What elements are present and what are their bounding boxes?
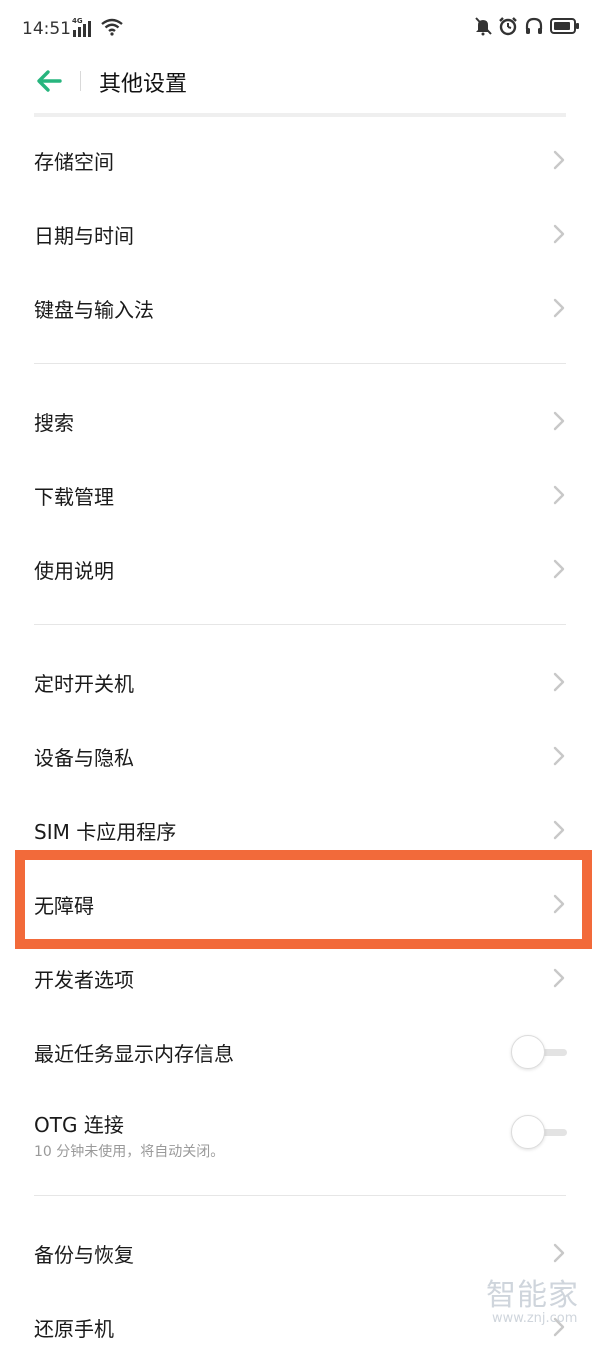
settings-item-label: 开发者选项 (34, 968, 134, 992)
watermark: 智能家 www.znj.com (486, 1270, 592, 1326)
settings-item-label: 最近任务显示内存信息 (34, 1042, 234, 1066)
alarm-icon (498, 16, 518, 40)
watermark-title: 智能家 (486, 1278, 579, 1313)
settings-item-label: SIM 卡应用程序 (34, 820, 177, 844)
settings-item-label: 下载管理 (34, 485, 114, 509)
settings-item-sim-apps[interactable]: SIM 卡应用程序 (0, 793, 600, 867)
settings-item-developer-options[interactable]: 开发者选项 (0, 941, 600, 1015)
settings-item-search[interactable]: 搜索 (0, 384, 600, 458)
group-divider (34, 624, 566, 625)
settings-item-label: 存储空间 (34, 150, 114, 174)
header-divider (80, 71, 81, 91)
settings-item-keyboard[interactable]: 键盘与输入法 (0, 271, 600, 345)
chevron-right-icon (551, 893, 567, 915)
page-title: 其他设置 (99, 72, 188, 97)
settings-item-label: 定时开关机 (34, 672, 134, 696)
settings-item-date-time[interactable]: 日期与时间 (0, 197, 600, 271)
back-arrow-icon[interactable] (34, 66, 64, 96)
group-divider (34, 1195, 566, 1196)
settings-item-label: 键盘与输入法 (34, 298, 154, 322)
chevron-right-icon (551, 1242, 567, 1264)
settings-item-user-guide[interactable]: 使用说明 (0, 532, 600, 606)
chevron-right-icon (551, 819, 567, 841)
chevron-right-icon (551, 484, 567, 506)
settings-item-label: 使用说明 (34, 559, 114, 583)
settings-item-accessibility[interactable]: 无障碍 (0, 867, 600, 941)
settings-item-label: 无障碍 (34, 894, 94, 918)
toggle-knob (511, 1115, 545, 1149)
settings-item-label: 备份与恢复 (34, 1243, 134, 1267)
wifi-icon (100, 18, 124, 40)
chevron-right-icon (551, 223, 567, 245)
watermark-url: www.znj.com (492, 1311, 578, 1326)
settings-item-label: 还原手机 (34, 1317, 114, 1341)
group-divider (34, 363, 566, 364)
recent-tasks-memory-toggle[interactable] (511, 1035, 567, 1069)
signal-icon: 4G (72, 17, 94, 38)
settings-item-otg: OTG 连接 10 分钟未使用，将自动关闭。 (0, 1089, 600, 1185)
chevron-right-icon (551, 558, 567, 580)
chevron-right-icon (551, 745, 567, 767)
settings-item-scheduled-power[interactable]: 定时开关机 (0, 645, 600, 719)
headset-icon (524, 16, 544, 40)
settings-item-label: 设备与隐私 (34, 746, 134, 770)
settings-item-recent-tasks-memory: 最近任务显示内存信息 (0, 1015, 600, 1089)
settings-item-storage[interactable]: 存储空间 (0, 123, 600, 197)
chevron-right-icon (551, 967, 567, 989)
mute-icon (474, 16, 492, 40)
chevron-right-icon (551, 149, 567, 171)
settings-item-device-privacy[interactable]: 设备与隐私 (0, 719, 600, 793)
settings-item-sublabel: 10 分钟未使用，将自动关闭。 (34, 1144, 225, 1160)
toggle-knob (511, 1035, 545, 1069)
otg-toggle[interactable] (511, 1115, 567, 1149)
settings-item-label: OTG 连接 (34, 1113, 124, 1137)
page-header: 其他设置 (0, 58, 600, 106)
settings-item-download-manager[interactable]: 下载管理 (0, 458, 600, 532)
chevron-right-icon (551, 297, 567, 319)
settings-item-label: 日期与时间 (34, 224, 134, 248)
status-time: 14:51 (22, 19, 71, 39)
chevron-right-icon (551, 410, 567, 432)
status-bar: 14:51 4G (0, 0, 600, 58)
scroll-top-divider (34, 113, 566, 117)
chevron-right-icon (551, 671, 567, 693)
settings-item-label: 搜索 (34, 411, 74, 435)
battery-icon (550, 17, 580, 39)
network-type-label: 4G (72, 17, 83, 25)
